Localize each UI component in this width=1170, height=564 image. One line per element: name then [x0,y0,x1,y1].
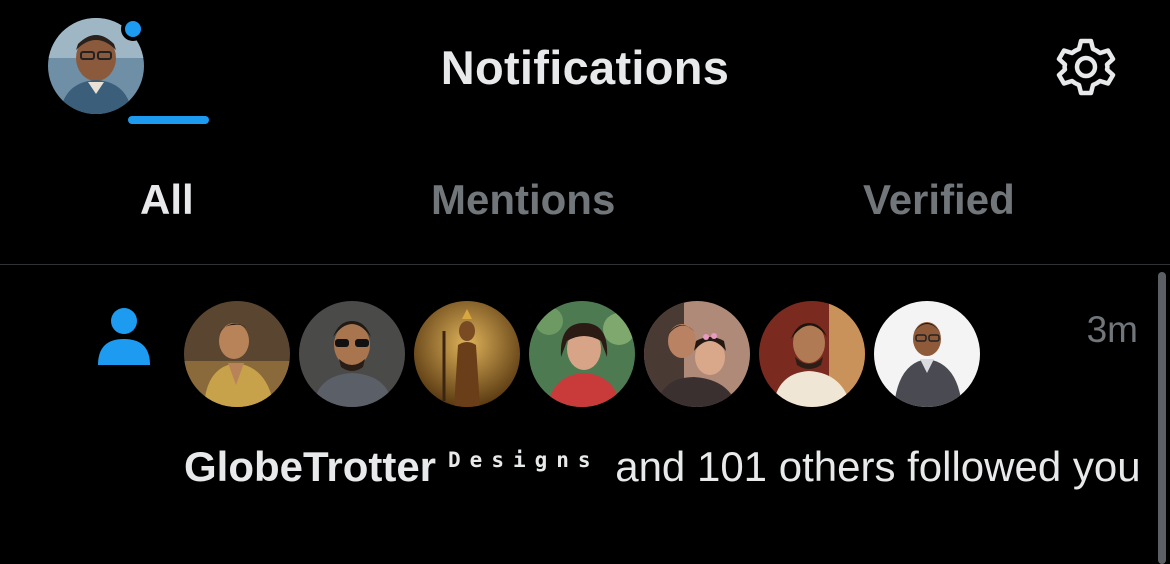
tab-label: Verified [863,176,1015,223]
user-name-suffix: Designs [448,448,600,472]
follower-avatar[interactable] [644,301,750,407]
follower-avatar[interactable] [414,301,520,407]
follower-avatar[interactable] [874,301,980,407]
tab-verified[interactable]: Verified [863,176,1015,256]
follow-notification[interactable]: 3m GlobeTrotter Designs and 101 others fo… [0,265,1170,564]
user-name-link[interactable]: GlobeTrotter [184,443,436,490]
follower-avatar[interactable] [529,301,635,407]
notifications-screen: Notifications All Mentions Verified 3m G… [0,0,1170,564]
notification-text: GlobeTrotter Designs and 101 others follo… [184,431,1144,496]
gear-icon[interactable] [1054,35,1118,99]
follower-avatar[interactable] [759,301,865,407]
active-tab-indicator [128,116,209,124]
follower-avatar[interactable] [299,301,405,407]
notification-message: and 101 others followed you [615,443,1141,490]
person-icon [96,307,152,365]
page-title: Notifications [440,41,730,94]
tab-label: All [140,176,194,223]
follower-avatar[interactable] [184,301,290,407]
scrollbar[interactable] [1158,272,1166,564]
timestamp: 3m [1086,309,1138,350]
tab-mentions[interactable]: Mentions [431,176,615,256]
tab-label: Mentions [431,176,616,223]
tab-bar: All Mentions Verified [0,140,1170,264]
unread-indicator-dot [121,17,145,41]
tab-all[interactable]: All [140,176,194,256]
